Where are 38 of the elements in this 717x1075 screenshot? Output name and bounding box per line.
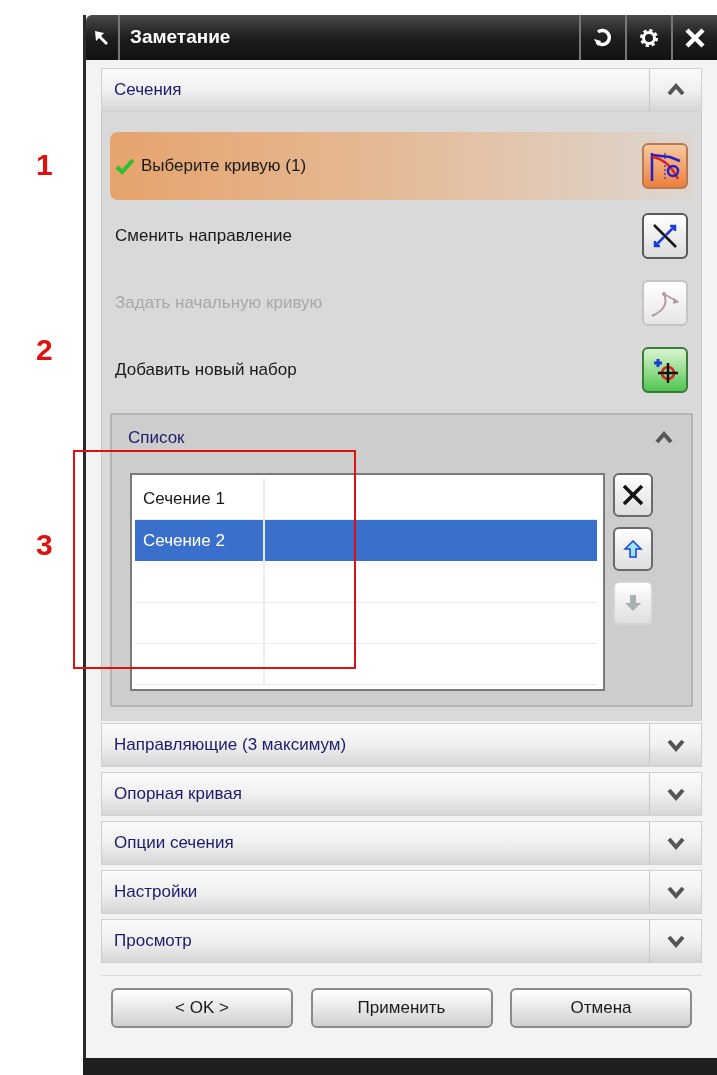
- prompt-label: Выберите кривую (1): [140, 155, 308, 178]
- annotation-number: 3: [36, 530, 53, 560]
- reset-icon[interactable]: [592, 26, 614, 49]
- option-label: Сменить направление: [115, 224, 293, 247]
- dialog-button[interactable]: < OK >: [111, 988, 293, 1028]
- section-title: Настройки: [113, 881, 199, 904]
- down-arrow-icon: [623, 593, 643, 613]
- reverse-tool-button[interactable]: [642, 212, 688, 259]
- section-header[interactable]: Направляющие (3 максимум): [101, 723, 702, 767]
- annotation-number: 2: [36, 335, 53, 365]
- section-title: Опции сечения: [113, 832, 235, 855]
- list-title: Список: [128, 427, 185, 450]
- delete-icon: [621, 483, 645, 507]
- section-title: Сечения: [113, 79, 183, 102]
- section-name: Сечение 2: [143, 530, 225, 553]
- option-label: Добавить новый набор: [115, 358, 298, 381]
- dialog-button[interactable]: Применить: [310, 988, 493, 1028]
- section-title: Просмотр: [113, 930, 193, 953]
- section-header[interactable]: Опорная кривая: [101, 772, 702, 816]
- delete-row-button[interactable]: [613, 473, 653, 517]
- window-title: Заметание: [129, 25, 232, 50]
- annotation-number: 1: [36, 150, 53, 180]
- select-tool-button[interactable]: [642, 143, 688, 189]
- section-title: Опорная кривая: [113, 783, 243, 806]
- close-icon[interactable]: [684, 26, 706, 49]
- section-header[interactable]: Опции сечения: [101, 821, 702, 865]
- up-row-button[interactable]: [613, 527, 653, 571]
- section-header[interactable]: Настройки: [101, 870, 702, 914]
- section-name: Сечение 1: [143, 488, 225, 511]
- dialog-button[interactable]: Отмена: [510, 988, 692, 1028]
- up-arrow-icon: [623, 539, 643, 559]
- selection-row[interactable]: Выберите кривую (1): [110, 132, 693, 200]
- section-header[interactable]: Просмотр: [101, 919, 702, 963]
- add-tool-button[interactable]: [642, 346, 688, 393]
- section-header[interactable]: Сечения: [101, 68, 702, 112]
- section-title: Направляющие (3 максимум): [113, 734, 348, 757]
- list-row[interactable]: Сечение 2: [135, 520, 597, 562]
- checkmark-icon: [115, 157, 135, 175]
